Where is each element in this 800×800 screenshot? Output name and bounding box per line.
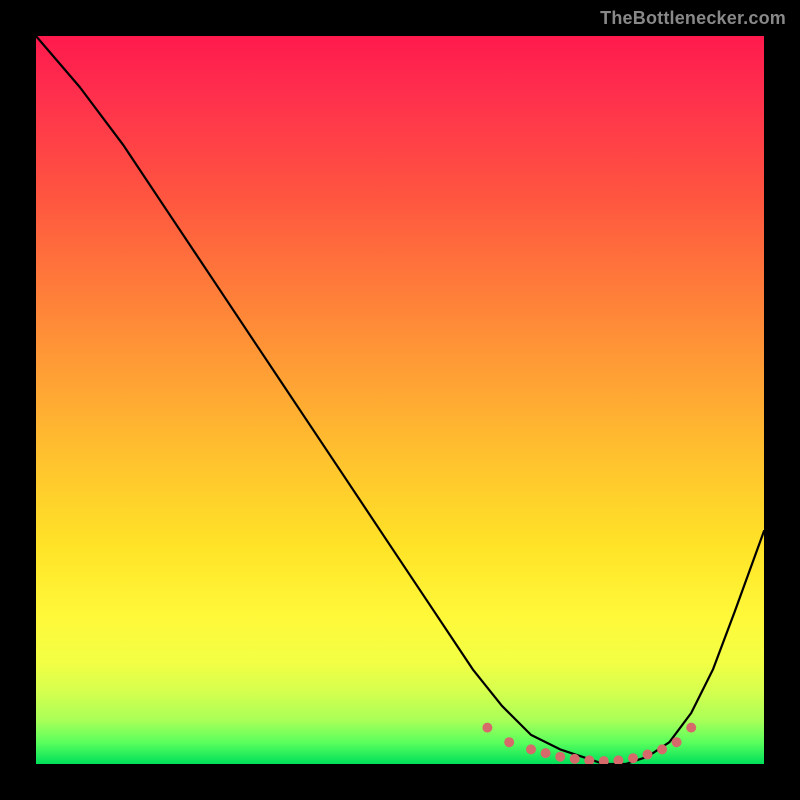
curve-marker <box>672 737 682 747</box>
curve-marker <box>555 752 565 762</box>
curve-marker <box>599 756 609 764</box>
plot-area <box>36 36 764 764</box>
curve-marker <box>584 755 594 764</box>
curve-marker <box>628 753 638 763</box>
curve-marker <box>482 723 492 733</box>
watermark-text: TheBottlenecker.com <box>600 8 786 29</box>
marker-cluster <box>482 723 696 764</box>
curve-marker <box>570 754 580 764</box>
bottleneck-curve <box>36 36 764 764</box>
curve-marker <box>613 755 623 764</box>
curve-marker <box>541 748 551 758</box>
curve-marker <box>504 737 514 747</box>
curve-marker <box>657 744 667 754</box>
chart-stage: TheBottlenecker.com <box>0 0 800 800</box>
curve-marker <box>643 750 653 760</box>
chart-svg <box>36 36 764 764</box>
curve-marker <box>526 744 536 754</box>
curve-marker <box>686 723 696 733</box>
